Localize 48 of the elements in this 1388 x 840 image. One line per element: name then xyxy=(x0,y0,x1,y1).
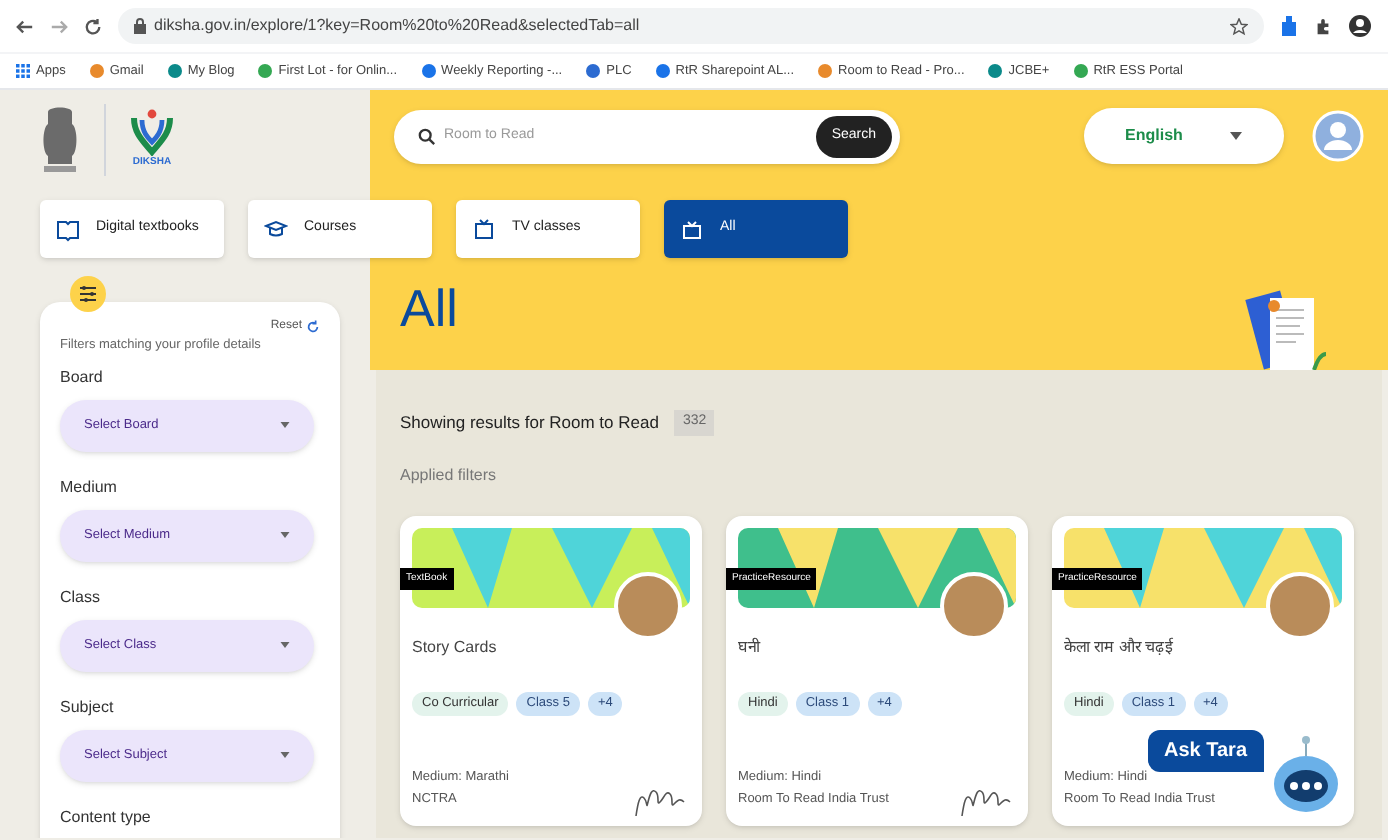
site-icon xyxy=(167,64,182,78)
filter-label: Medium xyxy=(60,475,119,500)
caret-icon xyxy=(280,422,290,429)
star-icon[interactable] xyxy=(1230,17,1248,35)
card-title: घनी xyxy=(738,635,763,660)
graduation-cap-icon xyxy=(264,217,288,241)
address-bar[interactable]: diksha.gov.in/explore/1?key=Room%20to%20Read&selectedTab=all xyxy=(118,8,1264,44)
results-text: Showing results for Room to Read xyxy=(400,410,659,436)
ask-tara-button[interactable]: Ask Tara xyxy=(1148,730,1264,772)
site-icon xyxy=(89,64,104,78)
search-icon xyxy=(418,127,436,145)
card-title: Story Cards xyxy=(412,635,499,660)
tv-icon xyxy=(472,217,496,241)
lock-icon xyxy=(134,18,146,34)
url-text: diksha.gov.in/explore/1?key=Room%20to%20Read&selectedTab=all xyxy=(154,14,640,38)
site-icon xyxy=(818,64,833,78)
site-icon xyxy=(258,64,273,78)
caret-icon xyxy=(280,752,290,759)
filter-label: Class xyxy=(60,585,103,610)
site-icon xyxy=(988,64,1003,78)
caret-icon xyxy=(280,642,290,649)
book-icon xyxy=(56,217,80,241)
site-icon xyxy=(1073,64,1088,78)
filter-label: Subject xyxy=(60,695,116,720)
applied-filters-label: Applied filters xyxy=(400,463,499,488)
caret-icon xyxy=(280,532,290,539)
reset-icon xyxy=(306,320,320,334)
caret-icon xyxy=(1230,132,1243,140)
site-icon xyxy=(586,64,601,78)
emblem-icon xyxy=(40,104,80,176)
site-icon xyxy=(655,64,670,78)
filter-icon[interactable] xyxy=(70,276,106,312)
apps-grid-icon xyxy=(16,64,30,78)
robot-icon[interactable] xyxy=(1268,734,1344,814)
filter-label: Board xyxy=(60,365,105,390)
extension-icon[interactable] xyxy=(1280,16,1298,36)
profile-icon[interactable] xyxy=(1348,14,1372,38)
puzzle-icon[interactable] xyxy=(1314,17,1332,35)
card-title: केला राम और चढ़ई xyxy=(1064,635,1176,660)
language-dropdown[interactable]: English xyxy=(1084,108,1284,164)
back-icon[interactable] xyxy=(16,17,34,35)
doodle-drawing xyxy=(634,785,690,818)
filter-label: Content type xyxy=(60,805,153,830)
page-heading: All xyxy=(400,278,458,338)
site-icon xyxy=(421,64,436,78)
reload-icon[interactable] xyxy=(84,17,102,35)
diksha-logo-icon xyxy=(130,108,174,157)
doodle-drawing xyxy=(960,785,1016,818)
